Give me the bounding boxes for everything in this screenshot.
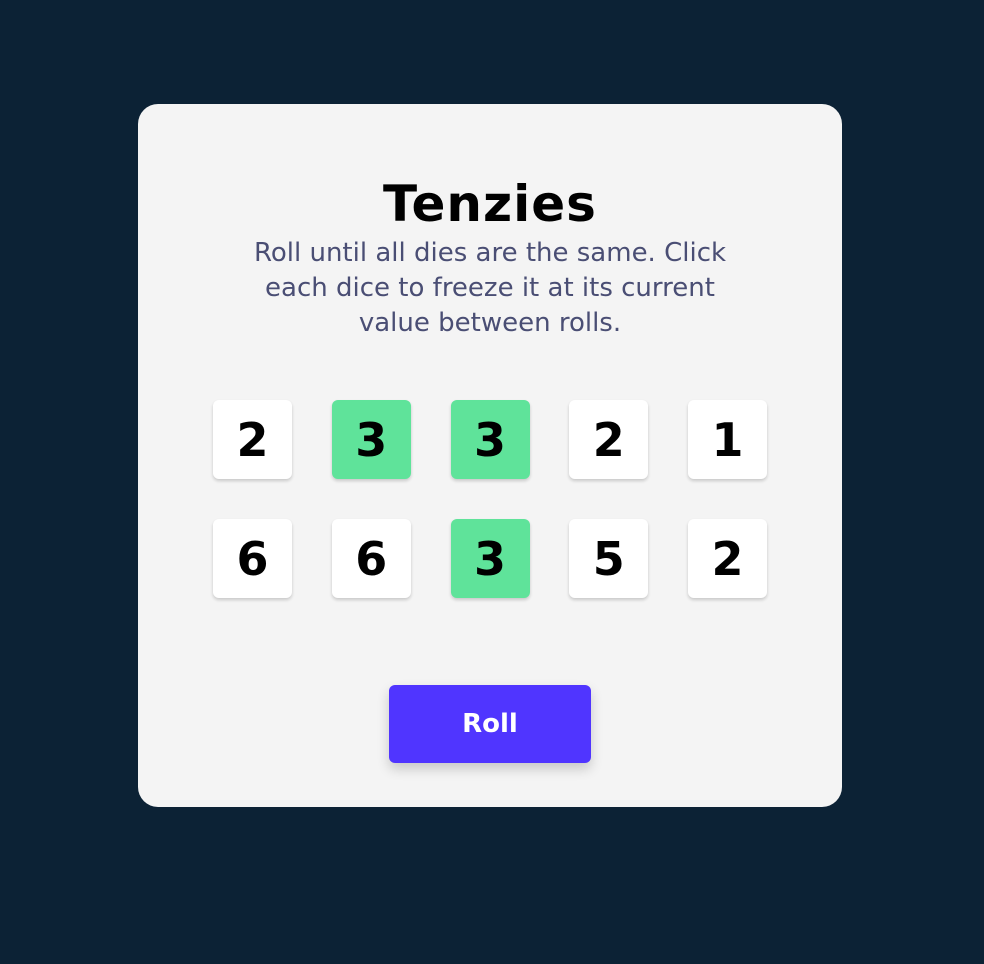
die-2[interactable]: 3 xyxy=(331,400,411,479)
die-8[interactable]: 3 xyxy=(450,519,530,598)
die-5[interactable]: 1 xyxy=(688,400,767,479)
die-4[interactable]: 2 xyxy=(569,400,649,479)
game-card: Tenzies Roll until all dies are the same… xyxy=(138,104,842,807)
die-1[interactable]: 2 xyxy=(213,400,292,479)
die-10[interactable]: 2 xyxy=(688,519,767,598)
game-instructions: Roll until all dies are the same. Click … xyxy=(253,238,727,338)
die-7[interactable]: 6 xyxy=(331,519,411,598)
dice-grid: 2 3 3 2 1 6 6 3 5 2 xyxy=(213,400,767,598)
die-6[interactable]: 6 xyxy=(213,519,292,598)
die-3[interactable]: 3 xyxy=(450,400,530,479)
die-9[interactable]: 5 xyxy=(569,519,649,598)
roll-button[interactable]: Roll xyxy=(389,685,591,763)
game-title: Tenzies xyxy=(383,175,597,233)
